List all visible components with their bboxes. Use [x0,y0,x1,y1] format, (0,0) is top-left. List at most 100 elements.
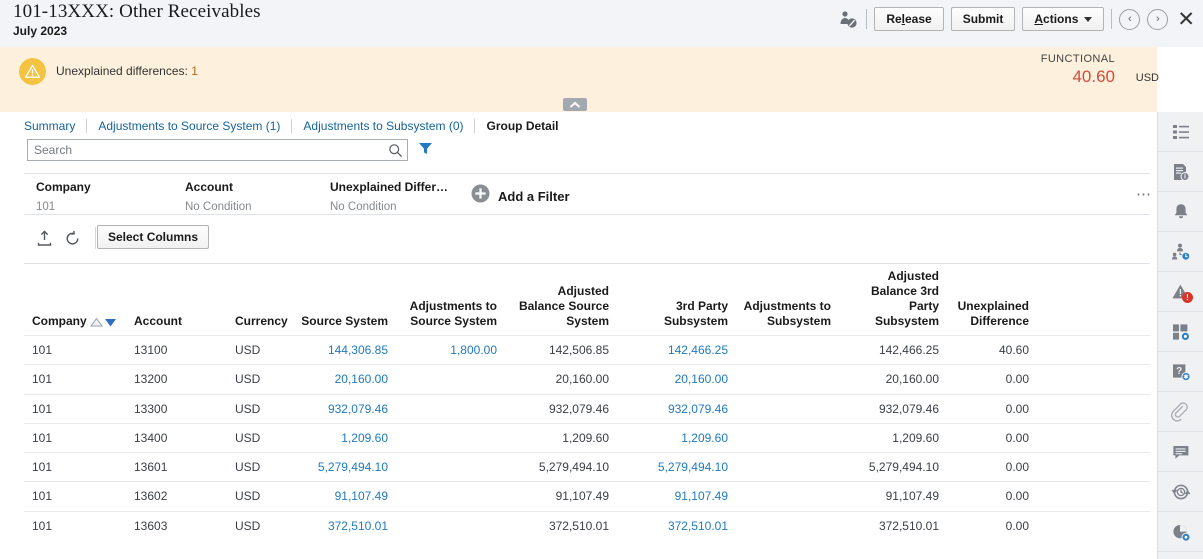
tab-group-detail[interactable]: Group Detail [475,119,569,133]
cell-source-system[interactable]: 5,279,494.10 [290,460,388,474]
cell-3rd-party-subsystem[interactable]: 372,510.01 [637,519,728,533]
tab-adjustments-to-subsystem[interactable]: Adjustments to Subsystem (0) [292,119,474,133]
reset-icon[interactable] [64,230,81,252]
assign-user-icon[interactable] [837,8,859,30]
column-header-source-system[interactable]: Source System [290,314,388,329]
functional-amount: 40.60 [1072,67,1115,87]
collapse-banner-button[interactable] [563,98,587,111]
sort-arrows-company[interactable] [90,317,117,328]
rail-item-list[interactable] [1158,112,1203,152]
page-header: 101-13XXX: Other Receivables July 2023 R… [0,0,1203,47]
cell-adjusted-balance-source-system: 5,279,494.10 [510,460,609,474]
search-icon[interactable] [388,143,403,163]
release-button[interactable]: Release [874,7,943,31]
select-columns-button[interactable]: Select Columns [97,225,209,249]
cell-source-system[interactable]: 20,160.00 [290,372,388,386]
table-row[interactable]: 10113400USD1,209.601,209.601,209.601,209… [24,423,1150,452]
cell-company: 101 [32,431,92,445]
filter-name: Company [36,180,91,194]
column-header-unexplained-difference[interactable]: Unexplained Difference [953,299,1029,329]
cell-company: 101 [32,519,92,533]
submit-button[interactable]: Submit [951,7,1016,31]
document-info-icon [1171,162,1191,182]
table-row[interactable]: 10113603USD372,510.01372,510.01372,510.0… [24,511,1150,540]
unexplained-differences-text: Unexplained differences: 1 [56,64,198,78]
rail-item-workflow-users[interactable] [1158,232,1203,272]
table-row[interactable]: 10113300USD932,079.46932,079.46932,079.4… [24,394,1150,423]
cell-3rd-party-subsystem[interactable]: 91,107.49 [637,489,728,503]
svg-text:?: ? [1176,366,1182,377]
previous-record-button[interactable]: ‹ [1119,9,1140,30]
export-icon[interactable] [36,230,53,252]
page-subtitle: July 2023 [13,24,67,38]
table-body: 10113100USD144,306.851,800.00142,506.851… [24,335,1150,540]
rail-item-document-info[interactable] [1158,152,1203,192]
tab-adjustments-to-source-system[interactable]: Adjustments to Source System (1) [87,119,291,133]
rail-item-comment[interactable] [1158,432,1203,472]
cell-account: 13200 [134,372,204,386]
cell-unexplained-difference: 0.00 [953,460,1029,474]
table-row[interactable]: 10113602USD91,107.4991,107.4991,107.4991… [24,481,1150,510]
cell-source-system[interactable]: 372,510.01 [290,519,388,533]
cell-source-system[interactable]: 1,209.60 [290,431,388,445]
table-row[interactable]: 10113601USD5,279,494.105,279,494.105,279… [24,452,1150,481]
filter-chip-account[interactable]: Account No Condition [185,180,251,213]
rail-item-dashboard[interactable] [1158,312,1203,352]
cell-3rd-party-subsystem[interactable]: 1,209.60 [637,431,728,445]
functional-label: FUNCTIONAL [1041,53,1115,65]
search-input[interactable] [28,140,386,160]
cell-adjusted-balance-source-system: 1,209.60 [510,431,609,445]
right-icon-rail: ! ? [1157,112,1203,559]
add-filter-button[interactable]: Add a Filter [471,184,570,208]
cell-3rd-party-subsystem[interactable]: 5,279,494.10 [637,460,728,474]
cell-currency: USD [235,489,295,503]
cell-3rd-party-subsystem[interactable]: 142,466.25 [637,343,728,357]
cell-adjusted-balance-source-system: 142,506.85 [510,343,609,357]
table-row[interactable]: 10113100USD144,306.851,800.00142,506.851… [24,335,1150,364]
chevron-down-icon [1084,17,1092,22]
toolbar-divider [95,227,96,249]
cell-currency: USD [235,372,295,386]
cell-source-system[interactable]: 91,107.49 [290,489,388,503]
close-icon[interactable]: ✕ [1177,9,1195,30]
rail-item-attachment-paperclip[interactable] [1158,392,1203,432]
tab-summary[interactable]: Summary [24,119,86,133]
filter-funnel-icon[interactable] [418,141,433,161]
filter-chip-company[interactable]: Company 101 [36,180,91,213]
rail-item-alert-warning[interactable]: ! [1158,272,1203,312]
column-header-adjustments-to-subsystem[interactable]: Adjustments to Subsystem [712,299,831,329]
table-row[interactable]: 10113200USD20,160.0020,160.0020,160.0020… [24,364,1150,393]
column-header-adjusted-balance-source-system[interactable]: Adjusted Balance Source System [510,284,609,329]
bell-icon [1171,202,1191,222]
rail-item-chart-pie[interactable] [1158,512,1203,552]
next-record-button[interactable]: › [1147,9,1168,30]
column-header-adjusted-balance-3rd-party-subsystem[interactable]: Adjusted Balance 3rd Party Subsystem [844,269,939,329]
chart-pie-icon [1171,522,1191,542]
rail-item-bell[interactable] [1158,192,1203,232]
column-header-adjustments-to-source-system[interactable]: Adjustments to Source System [407,299,497,329]
cell-3rd-party-subsystem[interactable]: 932,079.46 [637,402,728,416]
workflow-users-icon [1171,242,1191,262]
cell-adjustments-to-source-system[interactable]: 1,800.00 [407,343,497,357]
cell-unexplained-difference: 0.00 [953,372,1029,386]
filter-overflow-menu-icon[interactable]: ⋯ [1136,191,1153,199]
cell-company: 101 [32,489,92,503]
cell-3rd-party-subsystem[interactable]: 20,160.00 [637,372,728,386]
header-actions: Release Submit Actions ‹ › ✕ [837,7,1195,31]
cell-adjusted-balance-3rd-party-subsystem: 142,466.25 [844,343,939,357]
cell-company: 101 [32,372,92,386]
column-header-account[interactable]: Account [134,314,206,329]
receivables-reconciliation-page: 101-13XXX: Other Receivables July 2023 R… [0,0,1203,559]
cell-source-system[interactable]: 932,079.46 [290,402,388,416]
rail-item-history-refresh[interactable] [1158,472,1203,512]
page-title: 101-13XXX: Other Receivables [13,1,261,23]
cell-source-system[interactable]: 144,306.85 [290,343,388,357]
cell-adjusted-balance-3rd-party-subsystem: 20,160.00 [844,372,939,386]
header-divider-2 [1111,9,1112,29]
rail-item-help-question[interactable]: ? [1158,352,1203,392]
filter-chip-unexplained-difference[interactable]: Unexplained Differ… No Condition [330,180,448,213]
cell-account: 13601 [134,460,204,474]
cell-currency: USD [235,460,295,474]
actions-menu-button[interactable]: Actions [1022,7,1104,31]
column-header-company[interactable]: Company [32,314,90,329]
